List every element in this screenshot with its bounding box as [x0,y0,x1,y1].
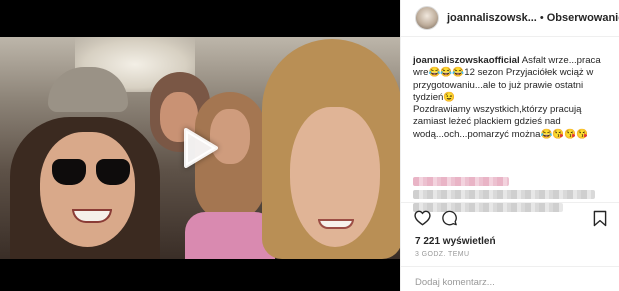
separator-dot: • [539,12,544,24]
comment-icon[interactable] [441,210,458,231]
play-icon[interactable] [177,125,223,171]
post-timestamp[interactable]: 3 GODZ. TEMU [415,251,469,258]
follow-button[interactable]: Obserwowanie [547,12,619,24]
heart-icon[interactable] [414,210,431,231]
add-comment-input[interactable]: Dodaj komentarz... [401,266,619,291]
post-caption: joannaliszowskaofficial Asfalt wrze...pr… [401,37,619,177]
blurred-comment-line [413,177,509,186]
person-front-left-face [40,132,135,247]
post-media [0,0,400,291]
view-count[interactable]: 7 221 wyświetleń [415,236,496,247]
smile [318,219,354,229]
post-actions [401,202,619,228]
blurred-comment-line [413,190,595,199]
caption-text-2: Pozdrawiamy wszystkich,którzy pracują za… [413,104,589,140]
sunglasses [52,159,130,185]
post-sidebar: joannaliszowsk... • Obserwowanie joannal… [400,0,619,291]
bookmark-icon[interactable] [593,210,607,232]
post-header: joannaliszowsk... • Obserwowanie [401,0,619,37]
avatar[interactable] [415,6,439,30]
post-username[interactable]: joannaliszowsk... [447,12,537,24]
caption-author[interactable]: joannaliszowskaofficial [413,55,520,66]
